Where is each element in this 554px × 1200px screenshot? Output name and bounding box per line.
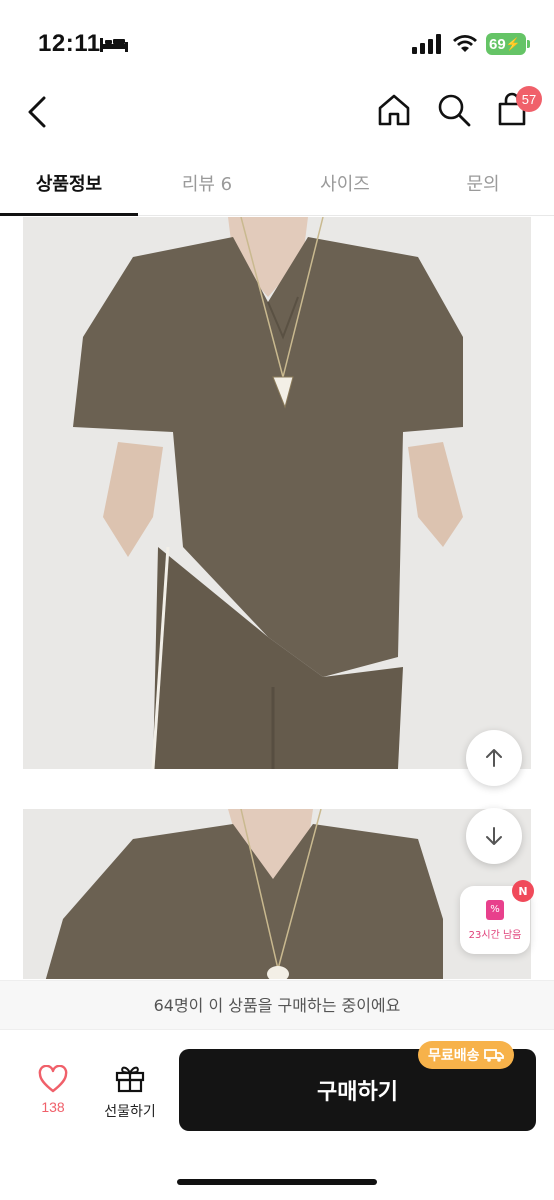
arrow-down-icon: [486, 827, 502, 845]
battery-indicator: 69 ⚡: [486, 33, 526, 55]
like-count: 138: [41, 1099, 65, 1115]
free-shipping-label: 무료배송: [428, 1048, 480, 1064]
tab-product-info[interactable]: 상품정보: [0, 148, 138, 216]
heart-icon: [38, 1064, 68, 1093]
search-icon[interactable]: [436, 92, 472, 128]
nav-bar: 57: [0, 80, 554, 144]
scroll-bottom-button[interactable]: [466, 808, 522, 864]
status-time: 12:11: [38, 30, 101, 57]
charging-bolt-icon: ⚡: [505, 37, 521, 51]
product-photo-illustration: [23, 217, 531, 769]
status-bar: 12:11 69 ⚡: [0, 0, 554, 80]
like-button[interactable]: 138: [30, 1064, 76, 1115]
free-shipping-badge: 무료배송: [418, 1041, 514, 1069]
cellular-signal-icon: [412, 34, 441, 54]
sleep-focus-icon: [100, 38, 128, 52]
coupon-icon: %: [486, 900, 504, 920]
home-indicator: [177, 1179, 377, 1185]
wifi-icon: [453, 35, 477, 52]
bottom-action-bar: 138 선물하기 구매하기 무료배송: [0, 1031, 554, 1200]
product-tabs: 상품정보 리뷰 6 사이즈 문의: [0, 148, 554, 216]
cart-count-badge: 57: [516, 86, 542, 112]
purchase-activity-banner: 64명이 이 상품을 구매하는 중이에요: [0, 980, 554, 1030]
back-arrow-icon[interactable]: [24, 92, 52, 132]
battery-nub: [527, 40, 530, 48]
tab-inquiry[interactable]: 문의: [414, 148, 552, 215]
new-badge: N: [512, 880, 534, 902]
scroll-top-button[interactable]: [466, 730, 522, 786]
product-detail-content: [0, 217, 554, 979]
arrow-up-icon: [486, 749, 502, 767]
coupon-timer-label: 23시간 남음: [468, 930, 522, 941]
tab-size[interactable]: 사이즈: [276, 148, 414, 215]
product-photo: [23, 809, 531, 979]
gift-label: 선물하기: [104, 1104, 156, 1120]
product-photo: [23, 217, 531, 769]
gift-icon: [115, 1066, 145, 1093]
home-icon[interactable]: [376, 92, 412, 128]
product-photo-illustration: [23, 809, 531, 979]
tab-reviews[interactable]: 리뷰 6: [138, 148, 276, 215]
battery-level: 69: [489, 35, 506, 53]
truck-icon: [483, 1049, 504, 1062]
gift-button[interactable]: 선물하기: [96, 1063, 164, 1121]
